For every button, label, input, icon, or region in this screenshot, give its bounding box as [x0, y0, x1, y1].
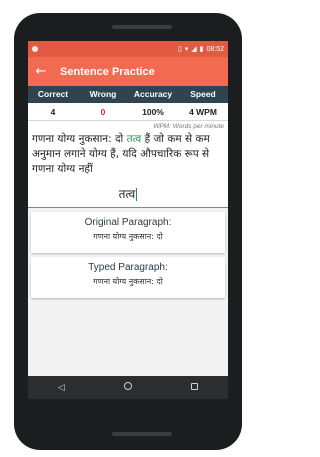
wrong-count: 0 — [100, 107, 106, 117]
android-nav-bar: ◁ — [28, 376, 228, 399]
original-paragraph-text: गणना योग्य नुकसान: दो — [93, 232, 163, 241]
accuracy-value: 100% — [142, 107, 164, 117]
typed-paragraph-label: Typed Paragraph: — [88, 262, 168, 273]
typed-paragraph-text: गणना योग्य नुकसान: दो — [93, 277, 163, 286]
arrow-left-icon[interactable]: ← — [28, 64, 54, 79]
original-paragraph-card: Original Paragraph: गणना योग्य नुकसान: द… — [31, 212, 225, 253]
typed-text: तत्व — [118, 187, 136, 201]
paragraph-before: गणना योग्य नुकसान: दो — [32, 133, 127, 145]
original-paragraph-label: Original Paragraph: — [84, 217, 172, 228]
phone-screen: ▯ ▾ ◢ ▮ 08:52 ← Sentence Practice Correc… — [28, 41, 228, 399]
recents-square-icon[interactable] — [180, 382, 210, 393]
stats-header-accuracy: Accuracy — [133, 89, 173, 99]
signal-icon: ◢ — [191, 44, 197, 53]
typed-paragraph-card: Typed Paragraph: गणना योग्य नुकसान: दो — [31, 257, 225, 298]
wifi-icon: ▾ — [184, 44, 189, 53]
bottom-speaker — [112, 432, 172, 436]
practice-paragraph: गणना योग्य नुकसान: दो तत्व हैं जो कम से … — [32, 132, 224, 177]
status-bar: ▯ ▾ ◢ ▮ 08:52 — [28, 41, 228, 57]
typing-input[interactable]: तत्व — [32, 185, 224, 205]
vibrate-icon: ▯ — [177, 44, 182, 53]
back-triangle-icon[interactable]: ◁ — [46, 383, 76, 393]
stats-header-row: Correct Wrong Accuracy Speed — [28, 86, 228, 103]
app-bar: ← Sentence Practice — [28, 57, 228, 86]
wpm-note: WPM: Words per minute — [153, 123, 224, 130]
correct-count: 4 — [50, 107, 56, 117]
practice-area: WPM: Words per minute गणना योग्य नुकसान:… — [28, 121, 228, 208]
earpiece-speaker — [112, 25, 172, 29]
stats-header-speed: Speed — [190, 89, 216, 99]
text-caret — [136, 188, 138, 201]
status-time: 08:52 — [206, 45, 224, 53]
stats-values-row: 4 0 100% 4 WPM — [28, 103, 228, 121]
speed-value: 4 WPM — [189, 107, 217, 117]
battery-icon: ▮ — [199, 44, 204, 53]
stats-header-wrong: Wrong — [89, 89, 117, 99]
app-notification-icon — [32, 46, 38, 52]
page-title: Sentence Practice — [60, 65, 155, 78]
current-word: तत्व — [126, 133, 142, 145]
stats-header-correct: Correct — [37, 89, 69, 99]
home-circle-icon[interactable] — [113, 382, 143, 393]
